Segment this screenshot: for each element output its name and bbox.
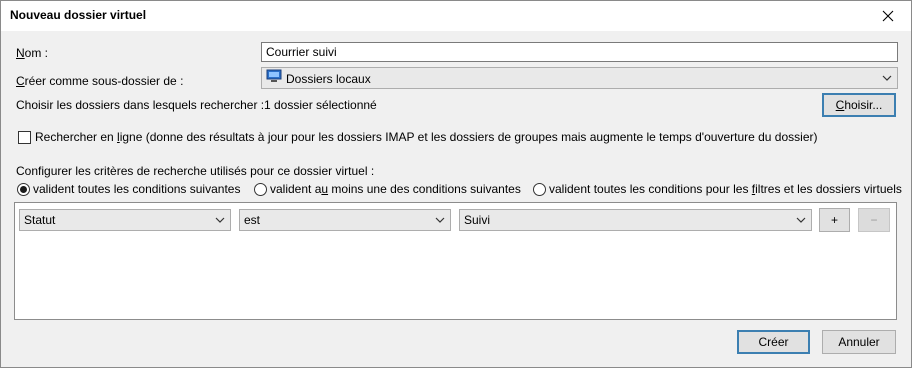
match-all-label: valident toutes les conditions suivantes [33, 182, 241, 196]
create-button[interactable]: Créer [737, 330, 810, 354]
chevron-down-icon [215, 217, 225, 223]
cancel-button[interactable]: Annuler [822, 330, 896, 354]
rule-field-select[interactable]: Statut [19, 209, 231, 231]
rule-operator-value: est [244, 213, 261, 227]
dialog-title: Nouveau dossier virtuel [10, 8, 147, 22]
chevron-down-icon [882, 75, 892, 81]
chevron-down-icon [435, 217, 445, 223]
remove-rule-button[interactable]: − [858, 208, 890, 232]
close-button[interactable] [865, 1, 911, 31]
rule-value-value: Suivi [464, 213, 491, 227]
rule-field-value: Statut [24, 213, 56, 227]
selected-folders-count: 1 dossier sélectionné [264, 98, 377, 112]
close-icon [882, 10, 894, 22]
search-online-checkbox[interactable] [18, 131, 31, 144]
match-filters-radio[interactable] [533, 183, 546, 196]
match-any-radio[interactable] [254, 183, 267, 196]
parent-folder-select[interactable]: Dossiers locaux [261, 67, 898, 89]
rule-operator-select[interactable]: est [239, 209, 451, 231]
rules-list: Statut est Suivi + − [14, 202, 897, 320]
parent-folder-label: Créer comme sous-dossier de : [16, 74, 184, 88]
name-input[interactable]: Courrier suivi [261, 42, 898, 62]
match-filters-label: valident toutes les conditions pour les … [549, 182, 902, 196]
title-bar: Nouveau dossier virtuel [1, 1, 911, 31]
search-folders-label: Choisir les dossiers dans lesquels reche… [16, 98, 265, 112]
chevron-down-icon [796, 217, 806, 223]
match-any-label: valident au moins une des conditions sui… [270, 182, 521, 196]
new-virtual-folder-dialog: Nouveau dossier virtuel Nom : Courrier s… [0, 0, 912, 368]
parent-folder-value: Dossiers locaux [286, 71, 371, 86]
add-rule-button[interactable]: + [819, 208, 850, 232]
name-label: Nom : [16, 46, 49, 60]
search-online-label: Rechercher en ligne (donne des résultats… [35, 130, 818, 144]
criteria-label: Configurer les critères de recherche uti… [16, 164, 375, 178]
local-folders-icon [266, 69, 282, 89]
choose-folders-button[interactable]: Choisir... [822, 93, 896, 117]
match-all-radio[interactable] [17, 183, 30, 196]
rule-value-select[interactable]: Suivi [459, 209, 812, 231]
